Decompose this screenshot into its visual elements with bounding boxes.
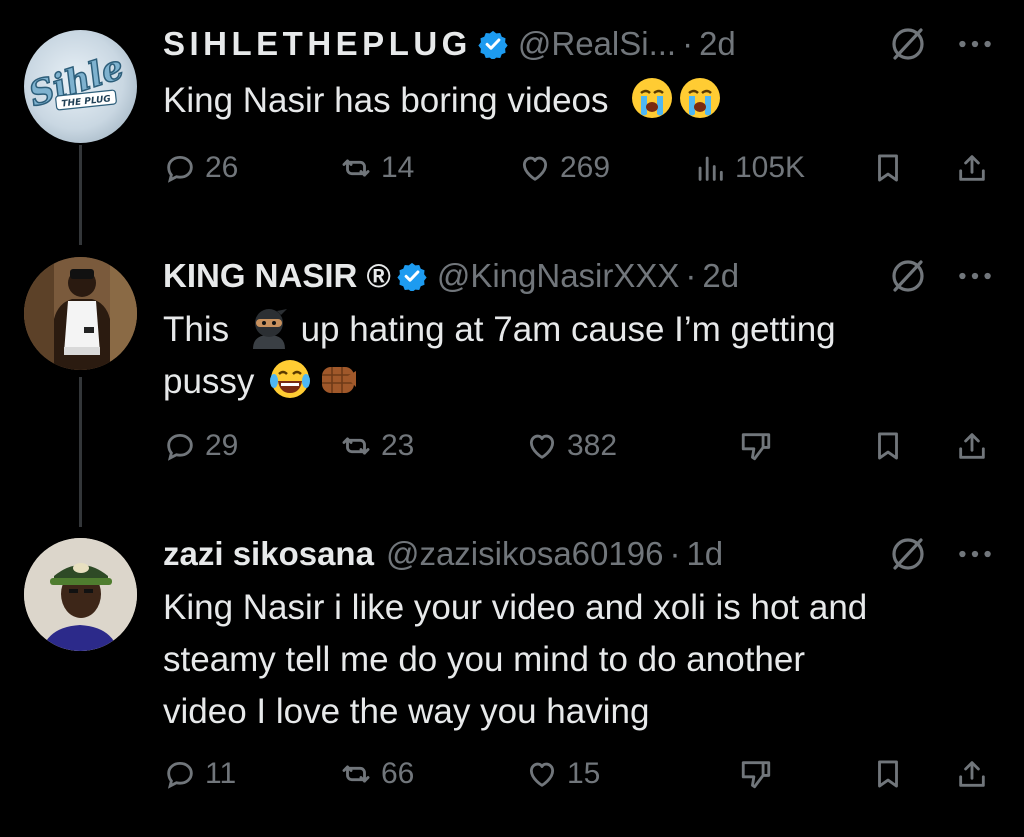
tweet-header: SIHLETHEPLUG @RealSi... · 2d	[163, 22, 736, 66]
tweet-header: KING NASIR ® @KingNasirXXX · 2d	[163, 254, 739, 298]
downvote-button[interactable]	[739, 752, 773, 796]
author-handle[interactable]: @RealSi...	[518, 25, 676, 63]
tweet-text: This up hating at 7am cause I’m getting …	[163, 304, 983, 408]
reply-button[interactable]: 11	[163, 752, 236, 796]
bookmark-button[interactable]	[871, 146, 905, 190]
repost-button[interactable]: 14	[339, 146, 414, 190]
thumbs-down-icon	[741, 433, 771, 461]
oncoming-fist-icon	[316, 357, 360, 401]
reply-button[interactable]: 26	[163, 146, 238, 190]
heart-icon	[522, 156, 548, 181]
share-icon	[959, 155, 985, 181]
downvote-button[interactable]	[739, 424, 773, 468]
views-count: 105K	[735, 151, 806, 184]
like-count: 382	[567, 429, 618, 462]
bookmark-button[interactable]	[871, 424, 905, 468]
more-options-icon[interactable]	[955, 534, 995, 574]
share-button[interactable]	[955, 752, 989, 796]
tweet-sihletheplug[interactable]: Sihle THE PLUG SIHLETHEPLUG @RealSi... ·…	[0, 0, 1024, 240]
like-button[interactable]: 382	[525, 424, 617, 468]
tweet-text: King Nasir has boring videos	[163, 75, 983, 127]
tweet-actions: 29 23 382	[163, 424, 1003, 468]
author-name[interactable]: zazi sikosana	[163, 535, 374, 573]
loudly-crying-face-icon	[630, 76, 674, 120]
bookmark-button[interactable]	[871, 752, 905, 796]
face-with-tears-of-joy-icon	[268, 357, 312, 401]
like-count: 15	[567, 757, 601, 790]
tweet-text-part: This	[163, 310, 230, 349]
thumbs-down-icon	[741, 761, 771, 789]
loudly-crying-face-icon	[678, 76, 722, 120]
repost-count: 23	[381, 429, 415, 462]
analytics-icon	[698, 156, 723, 181]
reply-icon	[167, 761, 193, 789]
share-icon	[959, 761, 985, 787]
share-icon	[959, 433, 985, 459]
reply-icon	[167, 433, 193, 461]
tweet-kingnasir[interactable]: KING NASIR ® @KingNasirXXX · 2d This up …	[0, 240, 1024, 510]
tweet-actions: 11 66 15	[163, 752, 1003, 796]
more-options-icon[interactable]	[955, 256, 995, 296]
grok-icon[interactable]	[888, 534, 928, 574]
reply-count: 26	[205, 151, 239, 184]
reply-count: 29	[205, 429, 239, 462]
like-count: 269	[560, 151, 611, 184]
reply-count: 11	[205, 757, 237, 790]
separator-dot: ·	[669, 535, 681, 572]
share-button[interactable]	[955, 146, 989, 190]
author-handle[interactable]: @KingNasirXXX	[437, 257, 680, 295]
person-photo	[24, 257, 137, 370]
bookmark-icon	[878, 154, 898, 182]
reply-icon	[167, 155, 193, 183]
verified-badge-icon	[478, 29, 508, 61]
like-button[interactable]: 269	[518, 146, 610, 190]
separator-dot: ·	[685, 257, 697, 294]
more-options-icon[interactable]	[955, 24, 995, 64]
bookmark-icon	[878, 760, 898, 788]
tweet-zazisikosana[interactable]: zazi sikosana @zazisikosa60196 · 1d King…	[0, 510, 1024, 837]
tweet-text-line: King Nasir i like your video and xoli is…	[163, 588, 868, 627]
tweet-actions: 26 14 269 105K	[163, 146, 1003, 190]
tweet-text-line: steamy tell me do you mind to do another	[163, 640, 806, 679]
share-button[interactable]	[955, 424, 989, 468]
tweet-text-part: up hating at 7am cause I’m getting	[290, 310, 836, 349]
tweet-text: King Nasir i like your video and xoli is…	[163, 582, 983, 738]
avatar-kingnasir[interactable]	[24, 257, 137, 370]
repost-icon	[342, 159, 370, 177]
reply-button[interactable]: 29	[163, 424, 238, 468]
repost-count: 66	[381, 757, 415, 790]
repost-button[interactable]: 66	[339, 752, 414, 796]
grok-icon[interactable]	[888, 256, 928, 296]
ninja-icon	[247, 305, 291, 349]
tweet-timestamp[interactable]: 1d	[686, 535, 723, 573]
bookmark-icon	[878, 432, 898, 460]
tweet-timestamp[interactable]: 2d	[702, 257, 739, 295]
tweet-text-part: pussy	[163, 362, 255, 401]
grok-icon[interactable]	[888, 24, 928, 64]
avatar-sihletheplug[interactable]: Sihle THE PLUG	[24, 30, 137, 143]
repost-icon	[342, 437, 370, 455]
heart-icon	[529, 434, 555, 459]
like-button[interactable]: 15	[525, 752, 600, 796]
separator-dot: ·	[682, 25, 694, 62]
views-button[interactable]: 105K	[693, 146, 805, 190]
repost-button[interactable]: 23	[339, 424, 414, 468]
verified-badge-icon	[397, 261, 427, 293]
tweet-header: zazi sikosana @zazisikosa60196 · 1d	[163, 532, 723, 576]
author-name[interactable]: KING NASIR ®	[163, 257, 391, 295]
author-handle[interactable]: @zazisikosa60196	[386, 535, 664, 573]
tweet-timestamp[interactable]: 2d	[699, 25, 736, 63]
tweet-text-line: video I love the way you having	[163, 692, 650, 731]
avatar-zazisikosana[interactable]	[24, 538, 137, 651]
repost-icon	[342, 765, 370, 783]
heart-icon	[529, 762, 555, 787]
person-photo	[24, 538, 137, 651]
sihle-logo: Sihle THE PLUG	[24, 47, 129, 116]
tweet-text-content: King Nasir has boring videos	[163, 81, 609, 120]
repost-count: 14	[381, 151, 415, 184]
author-name[interactable]: SIHLETHEPLUG	[163, 25, 472, 63]
